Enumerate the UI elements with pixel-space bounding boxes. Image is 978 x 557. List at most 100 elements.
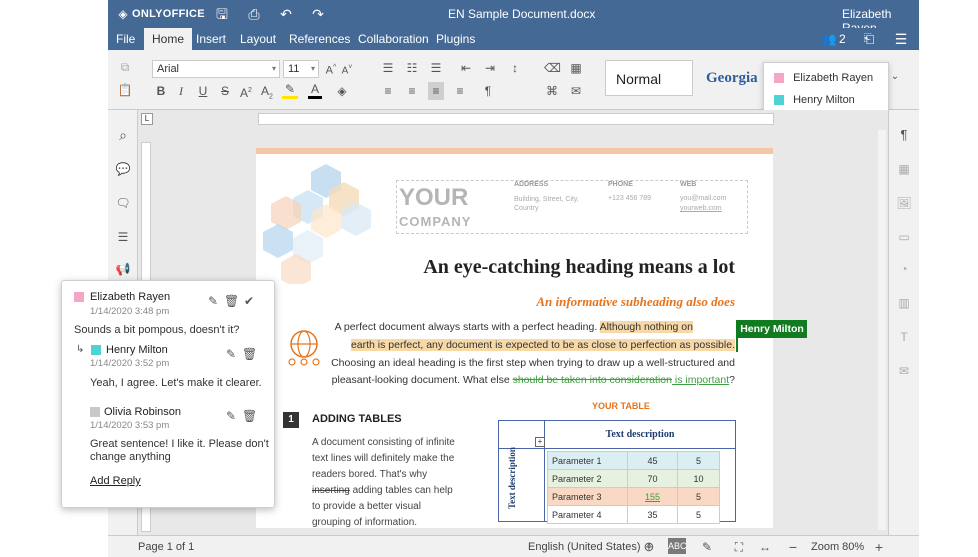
feedback-icon[interactable]: 📢 <box>114 260 132 278</box>
vertical-scrollbar[interactable] <box>878 130 886 530</box>
zoom-out-icon[interactable]: − <box>784 538 802 556</box>
color-scheme-icon[interactable]: ▦ <box>568 59 584 77</box>
paragraph-settings-icon[interactable]: ¶ <box>895 126 913 144</box>
increase-indent-icon[interactable]: ⇥ <box>482 59 498 77</box>
style-normal[interactable]: Normal <box>605 60 693 96</box>
copy-style-icon[interactable]: ⌘ <box>544 82 560 100</box>
strikethrough-icon[interactable]: S <box>218 82 232 100</box>
resolve-check-icon[interactable]: ✔ <box>242 292 256 310</box>
chart-settings-icon[interactable]: ▥ <box>895 294 913 312</box>
fit-width-icon[interactable]: ↔ <box>756 538 774 556</box>
underline-icon[interactable]: U <box>196 82 210 100</box>
font-name-combo[interactable]: Arial ▾ <box>152 60 280 78</box>
edit-icon[interactable]: ✎ <box>224 407 238 425</box>
tab-insert[interactable]: Insert <box>196 28 226 50</box>
tab-stop-selector[interactable]: L <box>141 113 153 125</box>
table-settings-icon[interactable]: ▦ <box>895 160 913 178</box>
clear-style-icon[interactable]: ⌫ <box>544 59 561 77</box>
undo-icon[interactable]: ↶ <box>278 4 294 24</box>
users-count[interactable]: 2 <box>839 32 846 46</box>
document-page[interactable]: YOUR COMPANY ADDRESS Building, Street, C… <box>256 148 773 528</box>
align-left-icon[interactable]: ≡ <box>380 82 396 100</box>
table-cell[interactable]: Parameter 4 <box>547 505 628 524</box>
style-georgia[interactable]: Georgia <box>698 60 768 96</box>
zoom-level[interactable]: Zoom 80% <box>811 541 864 553</box>
edit-icon[interactable]: ✎ <box>206 292 220 310</box>
styles-expand-icon[interactable]: ⌄ <box>888 68 902 86</box>
tab-plugins[interactable]: Plugins <box>436 28 475 50</box>
table-cell[interactable]: 35 <box>627 505 678 524</box>
delete-icon[interactable]: 🗑 <box>224 292 239 310</box>
header-footer-icon[interactable]: ▭ <box>895 228 913 246</box>
add-reply-link[interactable]: Add Reply <box>90 475 141 487</box>
table-cell[interactable]: 5 <box>677 505 720 524</box>
decrease-indent-icon[interactable]: ⇤ <box>458 59 474 77</box>
comments-icon[interactable]: 💬 <box>114 160 132 178</box>
table-cell[interactable]: 5 <box>677 487 720 506</box>
chat-icon[interactable]: 🗨 <box>114 194 132 212</box>
fit-page-icon[interactable]: ⛶ <box>730 538 748 556</box>
delete-icon[interactable]: 🗑 <box>242 407 257 425</box>
textart-settings-icon[interactable]: T <box>895 328 913 346</box>
edit-icon[interactable]: ✎ <box>224 345 238 363</box>
decrease-font-icon[interactable]: A˅ <box>340 59 354 80</box>
bold-icon[interactable]: B <box>154 82 168 100</box>
align-right-icon[interactable]: ≡ <box>428 82 444 100</box>
mail-merge-icon[interactable]: ✉ <box>568 82 584 100</box>
web-url: yourweb.com <box>680 205 722 212</box>
tab-collaboration[interactable]: Collaboration <box>358 28 429 50</box>
save-icon[interactable]: 🖫 <box>214 4 230 24</box>
open-location-icon[interactable]: ⎗ <box>860 29 878 49</box>
font-size-combo[interactable]: 11 ▾ <box>283 60 319 78</box>
track-changes-icon[interactable]: ✎ <box>698 538 716 556</box>
your-table[interactable]: + Text description Text description Para… <box>498 420 736 524</box>
table-cell[interactable]: Parameter 2 <box>547 469 628 488</box>
subscript-icon[interactable]: A2 <box>260 82 274 106</box>
table-cell[interactable]: Parameter 1 <box>547 451 628 470</box>
table-cell[interactable]: 5 <box>677 451 720 470</box>
hamburger-menu-icon[interactable]: ☰ <box>892 29 910 49</box>
horizontal-ruler[interactable] <box>258 113 774 125</box>
table-cell[interactable]: Parameter 3 <box>547 487 628 506</box>
copy-icon[interactable]: ⧉ <box>116 58 134 76</box>
zoom-in-icon[interactable]: + <box>870 538 888 556</box>
tab-layout[interactable]: Layout <box>240 28 276 50</box>
users-icon[interactable]: 👥 <box>820 29 838 49</box>
table-cell[interactable]: 45 <box>627 451 678 470</box>
highlight-color-icon[interactable]: ✎ <box>282 82 298 99</box>
print-icon[interactable]: ⎙ <box>246 4 262 24</box>
line-spacing-icon[interactable]: ↕ <box>506 59 524 77</box>
body-line: text lines will definitely make the <box>312 453 455 464</box>
para-text: pleasant-looking document. What else <box>331 374 513 386</box>
tab-file[interactable]: File <box>116 28 135 50</box>
image-settings-icon[interactable]: 🖼 <box>895 194 913 212</box>
navigation-icon[interactable]: ☰ <box>114 228 132 246</box>
table-move-handle-icon[interactable]: + <box>535 437 545 447</box>
language-selector[interactable]: English (United States) <box>528 541 641 553</box>
shading-icon[interactable]: ◈ <box>334 82 350 100</box>
italic-icon[interactable]: I <box>174 82 188 100</box>
search-icon[interactable]: ⌕ <box>114 126 132 144</box>
tab-home[interactable]: Home <box>144 28 193 50</box>
shape-settings-icon[interactable]: ◔ <box>895 260 913 278</box>
tab-references[interactable]: References <box>289 28 350 50</box>
mail-merge-settings-icon[interactable]: ✉ <box>895 362 913 380</box>
table-cell[interactable]: 70 <box>627 469 678 488</box>
table-cell[interactable]: 155 <box>627 487 678 506</box>
globe-icon[interactable]: ⊕ <box>640 538 658 556</box>
align-center-icon[interactable]: ≡ <box>404 82 420 100</box>
paste-icon[interactable]: 📋 <box>116 81 134 99</box>
paragraph-marks-icon[interactable]: ¶ <box>480 82 496 100</box>
multilevel-list-icon[interactable]: ☰ <box>428 59 444 77</box>
delete-icon[interactable]: 🗑 <box>242 345 257 363</box>
font-color-icon[interactable]: A <box>308 82 322 99</box>
numbering-icon[interactable]: ☷ <box>404 59 420 77</box>
bullets-icon[interactable]: ☰ <box>380 59 396 77</box>
superscript-icon[interactable]: A2 <box>239 82 253 102</box>
increase-font-icon[interactable]: A^ <box>324 59 338 80</box>
justify-icon[interactable]: ≡ <box>452 82 468 100</box>
redo-icon[interactable]: ↷ <box>310 4 326 24</box>
page-count[interactable]: Page 1 of 1 <box>138 541 194 553</box>
spellcheck-icon[interactable]: ABC <box>668 538 687 554</box>
table-cell[interactable]: 10 <box>677 469 720 488</box>
